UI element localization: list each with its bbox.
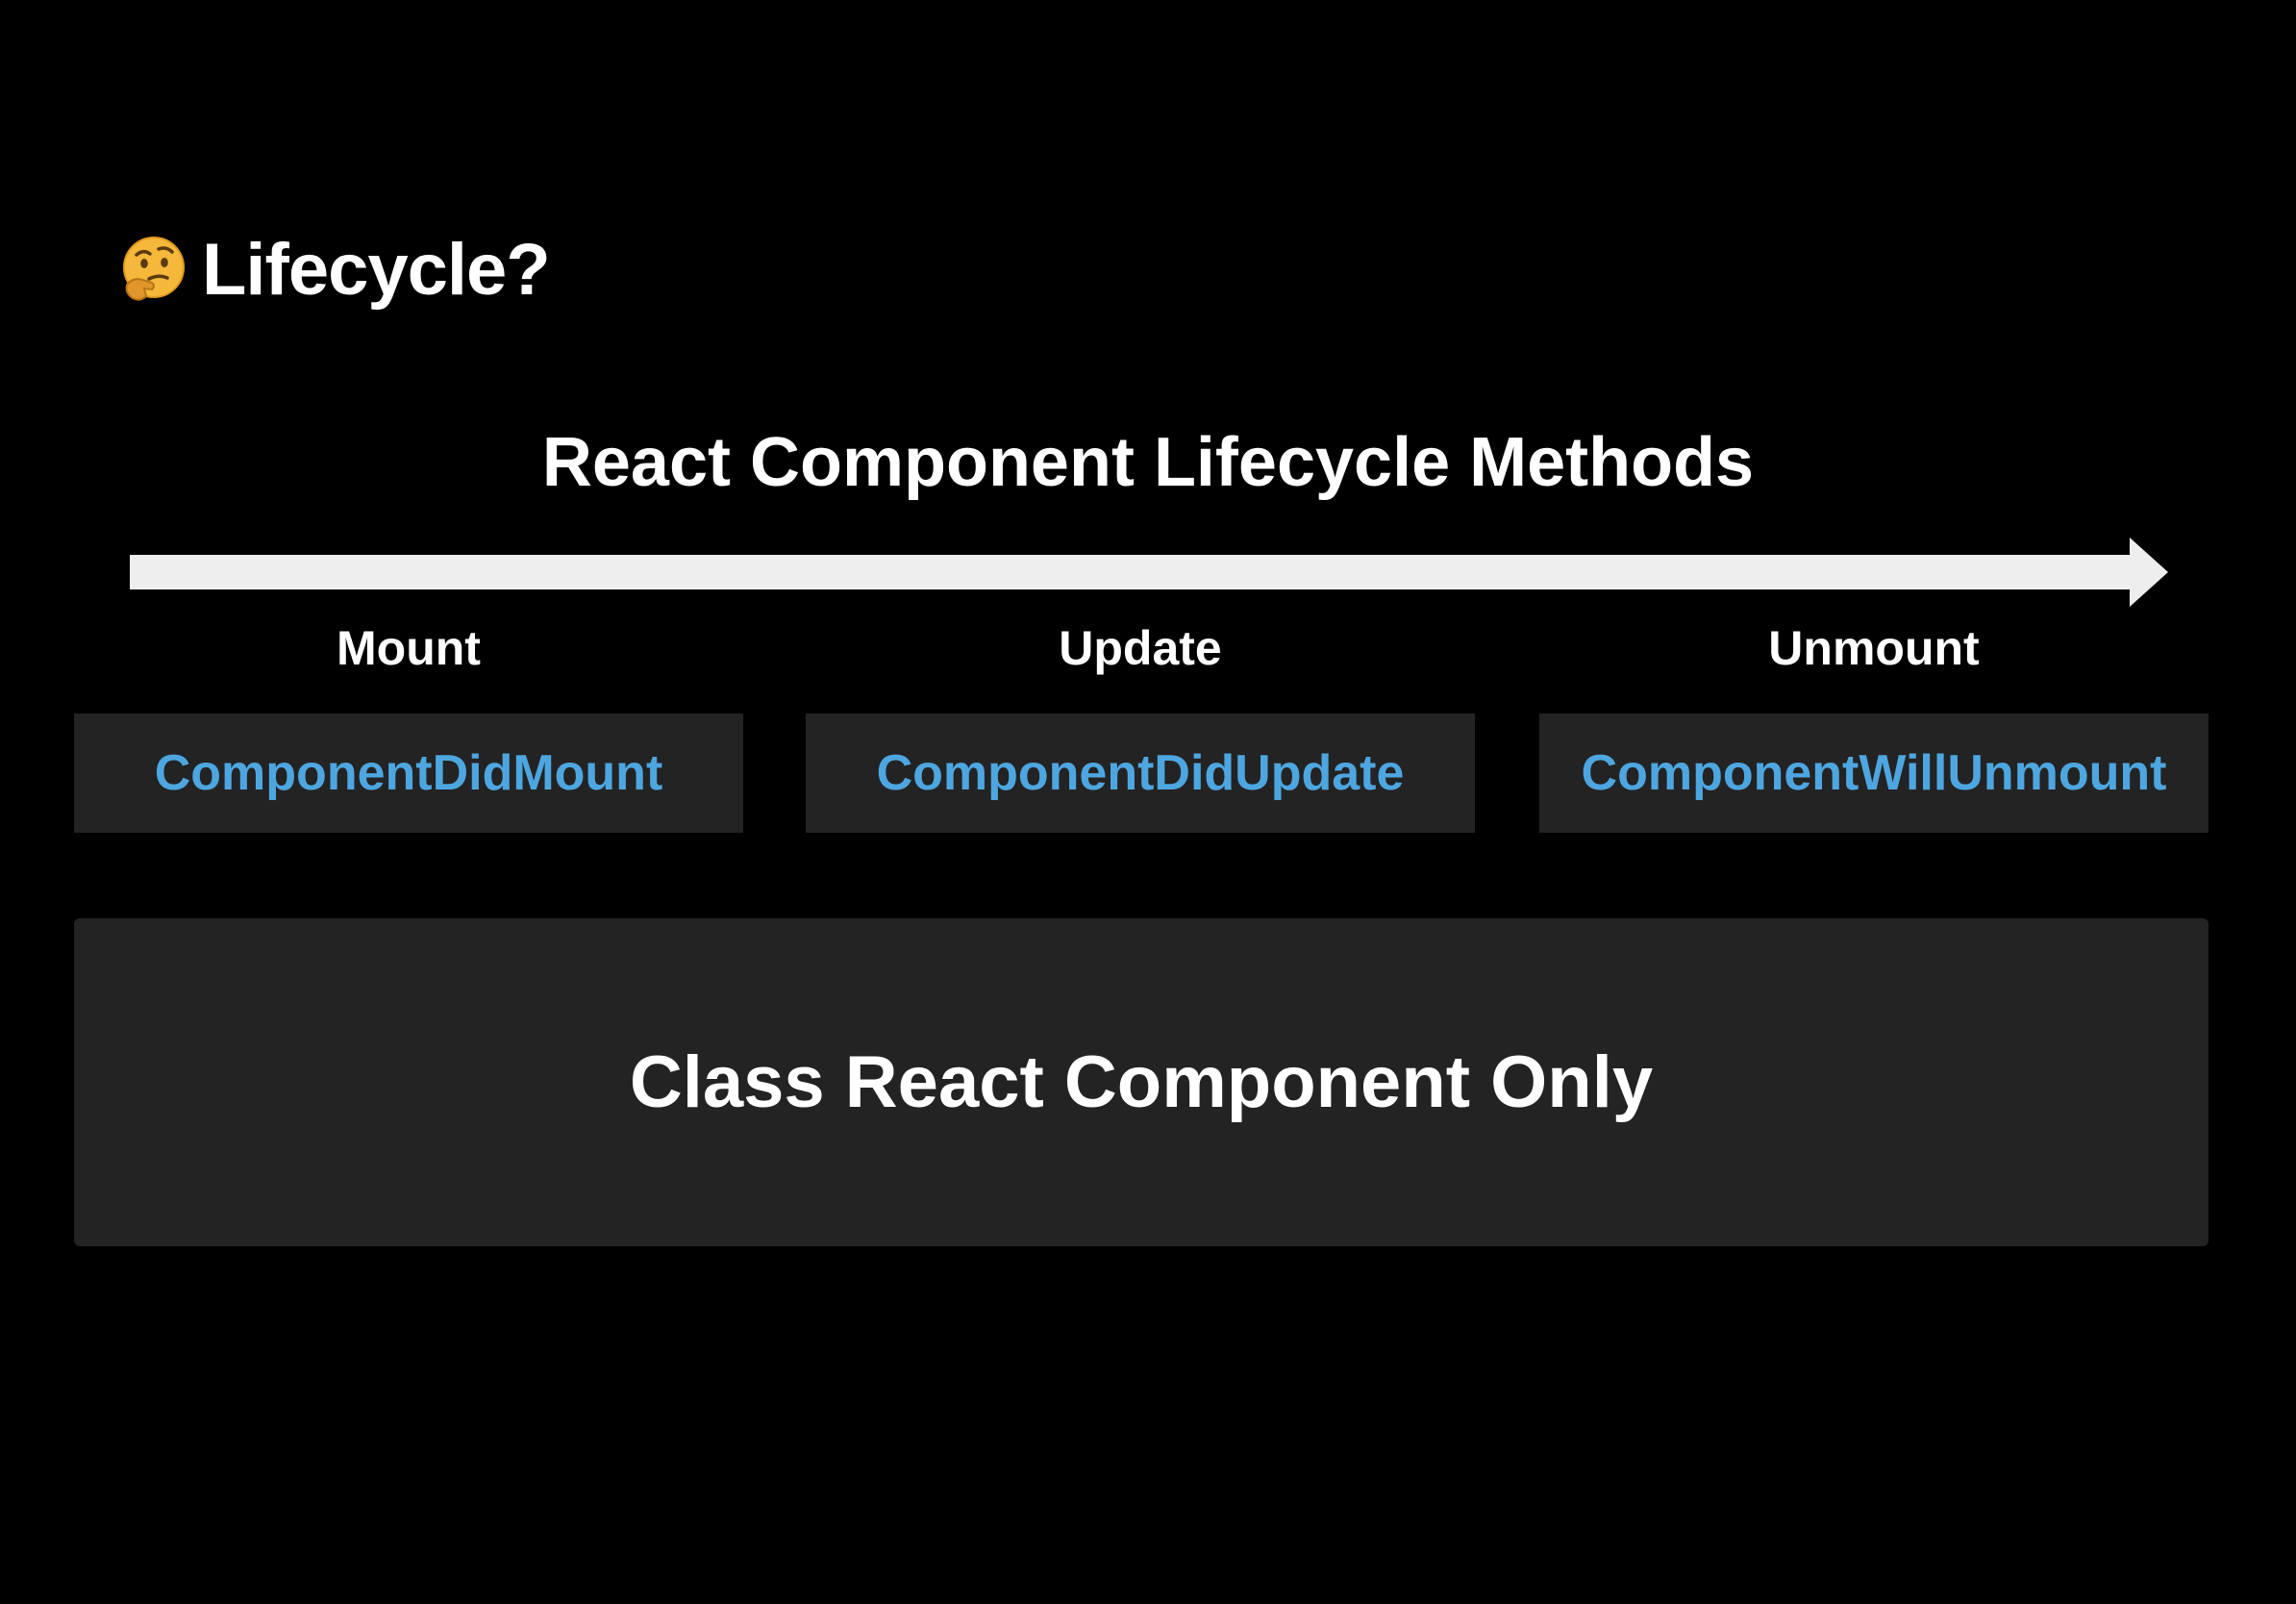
note-box: Class React Component Only	[74, 918, 2209, 1246]
phase-label-mount: Mount	[337, 621, 481, 675]
method-name: ComponentWillUnmount	[1581, 745, 2167, 801]
phase-label-update: Update	[1059, 621, 1222, 675]
diagram-title: React Component Lifecycle Methods	[541, 424, 1755, 501]
method-box-mount: ComponentDidMount	[74, 714, 743, 833]
thinking-face-icon	[123, 237, 185, 301]
note-text: Class React Component Only	[629, 1041, 1654, 1123]
method-name: ComponentDidMount	[154, 745, 663, 801]
method-name: ComponentDidUpdate	[876, 745, 1405, 801]
method-box-update: ComponentDidUpdate	[806, 714, 1475, 833]
slide-header: Lifecycle?	[119, 221, 551, 317]
method-box-unmount: ComponentWillUnmount	[1539, 714, 2209, 833]
page-title: Lifecycle?	[202, 228, 551, 311]
phase-label-unmount: Unmount	[1768, 621, 1980, 675]
timeline-arrow	[130, 538, 2168, 607]
